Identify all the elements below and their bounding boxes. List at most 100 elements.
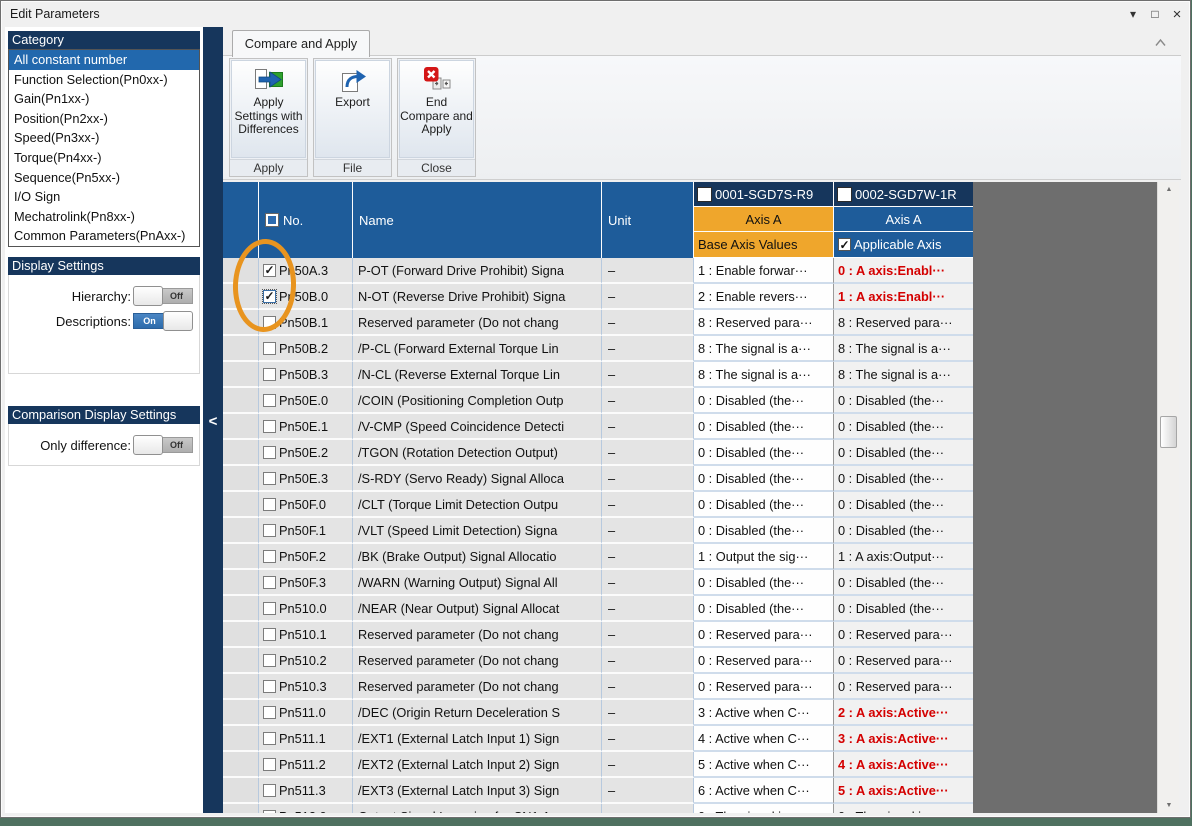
sidebar-collapse-icon[interactable]: <: [203, 413, 223, 430]
apply-settings-with-differences-button[interactable]: Apply Settings with Differences: [231, 60, 306, 158]
row-unit: –: [602, 570, 694, 596]
close-icon[interactable]: ×: [1166, 6, 1188, 23]
row-checkbox[interactable]: [263, 654, 276, 667]
row-select-cell[interactable]: [223, 544, 259, 570]
row-unit: –: [602, 726, 694, 752]
window-menu-icon[interactable]: ▾: [1122, 7, 1144, 21]
row-base-value: 2 : Enable revers···: [694, 284, 834, 310]
row-checkbox[interactable]: [263, 498, 276, 511]
row-select-cell[interactable]: [223, 700, 259, 726]
category-item[interactable]: Position(Pn2xx-): [9, 109, 199, 129]
row-unit: –: [602, 362, 694, 388]
row-no: Pn510.0: [279, 601, 327, 616]
vertical-scrollbar[interactable]: ▲ ▼: [1157, 182, 1179, 813]
category-item[interactable]: Speed(Pn3xx-): [9, 128, 199, 148]
row-select-cell[interactable]: [223, 648, 259, 674]
row-select-cell[interactable]: [223, 258, 259, 284]
row-select-cell[interactable]: [223, 804, 259, 813]
hierarchy-label: Hierarchy:: [15, 289, 133, 304]
descriptions-toggle[interactable]: On: [133, 311, 193, 331]
base-axis-values-cell: Base Axis Values: [694, 232, 833, 257]
row-checkbox[interactable]: [263, 420, 276, 433]
row-checkbox[interactable]: [263, 368, 276, 381]
row-checkbox[interactable]: [263, 446, 276, 459]
row-checkbox[interactable]: [263, 316, 276, 329]
row-checkbox[interactable]: [263, 732, 276, 745]
device-checkbox[interactable]: [837, 187, 852, 202]
row-checkbox[interactable]: [263, 472, 276, 485]
row-checkbox[interactable]: [263, 706, 276, 719]
row-select-cell[interactable]: [223, 622, 259, 648]
row-checkbox[interactable]: [263, 758, 276, 771]
row-base-value: 0 : The signal is···: [694, 804, 834, 813]
row-checkbox[interactable]: [263, 394, 276, 407]
row-checkbox[interactable]: [263, 810, 276, 814]
toggle-handle: [133, 435, 163, 455]
category-item[interactable]: Torque(Pn4xx-): [9, 148, 199, 168]
row-checkbox[interactable]: [263, 524, 276, 537]
category-item[interactable]: Gain(Pn1xx-): [9, 89, 199, 109]
row-checkbox[interactable]: ✓: [263, 264, 276, 277]
category-list: All constant numberFunction Selection(Pn…: [8, 49, 200, 247]
row-select-cell[interactable]: [223, 674, 259, 700]
row-select-cell[interactable]: [223, 362, 259, 388]
tab-compare-and-apply[interactable]: Compare and Apply: [232, 30, 370, 57]
row-no: Pn510.3: [279, 679, 327, 694]
ribbon-collapse-button[interactable]: [1149, 34, 1171, 50]
row-axis-value: 8 : Reserved para···: [834, 310, 973, 336]
row-select-cell[interactable]: [223, 570, 259, 596]
hierarchy-toggle[interactable]: Off: [133, 286, 193, 306]
device-checkbox[interactable]: [697, 187, 712, 202]
row-select-cell[interactable]: [223, 414, 259, 440]
row-select-cell[interactable]: [223, 310, 259, 336]
row-checkbox[interactable]: [263, 680, 276, 693]
row-checkbox[interactable]: ✓: [263, 290, 276, 303]
row-select-cell[interactable]: [223, 778, 259, 804]
row-select-cell[interactable]: [223, 518, 259, 544]
sidebar: Category All constant numberFunction Sel…: [5, 27, 203, 813]
scroll-down-icon[interactable]: ▼: [1158, 802, 1180, 809]
row-name: /N-CL (Reverse External Torque Lin: [353, 362, 602, 388]
row-select-cell[interactable]: [223, 284, 259, 310]
row-name: /BK (Brake Output) Signal Allocatio: [353, 544, 602, 570]
select-all-checkbox[interactable]: [265, 213, 279, 227]
row-unit: –: [602, 492, 694, 518]
row-checkbox[interactable]: [263, 602, 276, 615]
row-checkbox[interactable]: [263, 628, 276, 641]
row-no-cell: Pn510.0: [259, 596, 353, 622]
category-item[interactable]: Common Parameters(PnAxx-): [9, 226, 199, 246]
category-item[interactable]: I/O Sign: [9, 187, 199, 207]
row-no: Pn511.2: [279, 757, 326, 772]
row-select-cell[interactable]: [223, 336, 259, 362]
row-select-cell[interactable]: [223, 726, 259, 752]
table-row: Pn50E.1 /V-CMP (Speed Coincidence Detect…: [223, 414, 973, 440]
ribbon-group-file: Export File: [313, 58, 392, 177]
row-base-value: 0 : Reserved para···: [694, 622, 834, 648]
category-item[interactable]: Mechatrolink(Pn8xx-): [9, 207, 199, 227]
maximize-icon[interactable]: □: [1144, 7, 1166, 21]
row-no-cell: Pn510.3: [259, 674, 353, 700]
row-select-cell[interactable]: [223, 596, 259, 622]
row-select-cell[interactable]: [223, 440, 259, 466]
row-select-cell[interactable]: [223, 466, 259, 492]
category-item[interactable]: All constant number: [9, 50, 199, 70]
applicable-axis-checkbox[interactable]: ✓: [838, 238, 851, 251]
row-checkbox[interactable]: [263, 784, 276, 797]
scroll-up-icon[interactable]: ▲: [1158, 186, 1180, 193]
row-axis-value: 0 : The signal is···: [834, 804, 973, 813]
row-checkbox[interactable]: [263, 576, 276, 589]
table-row: Pn511.2 /EXT2 (External Latch Input 2) S…: [223, 752, 973, 778]
category-item[interactable]: Sequence(Pn5xx-): [9, 168, 199, 188]
only-difference-toggle[interactable]: Off: [133, 435, 193, 455]
row-axis-value: 0 : Disabled (the···: [834, 518, 973, 544]
row-select-cell[interactable]: [223, 388, 259, 414]
row-no-cell: Pn50E.3: [259, 466, 353, 492]
category-item[interactable]: Function Selection(Pn0xx-): [9, 70, 199, 90]
end-compare-and-apply-button[interactable]: End Compare and Apply: [399, 60, 474, 158]
row-select-cell[interactable]: [223, 752, 259, 778]
row-checkbox[interactable]: [263, 550, 276, 563]
export-button[interactable]: Export: [315, 60, 390, 158]
scrollbar-thumb[interactable]: [1160, 416, 1177, 448]
row-checkbox[interactable]: [263, 342, 276, 355]
row-select-cell[interactable]: [223, 492, 259, 518]
